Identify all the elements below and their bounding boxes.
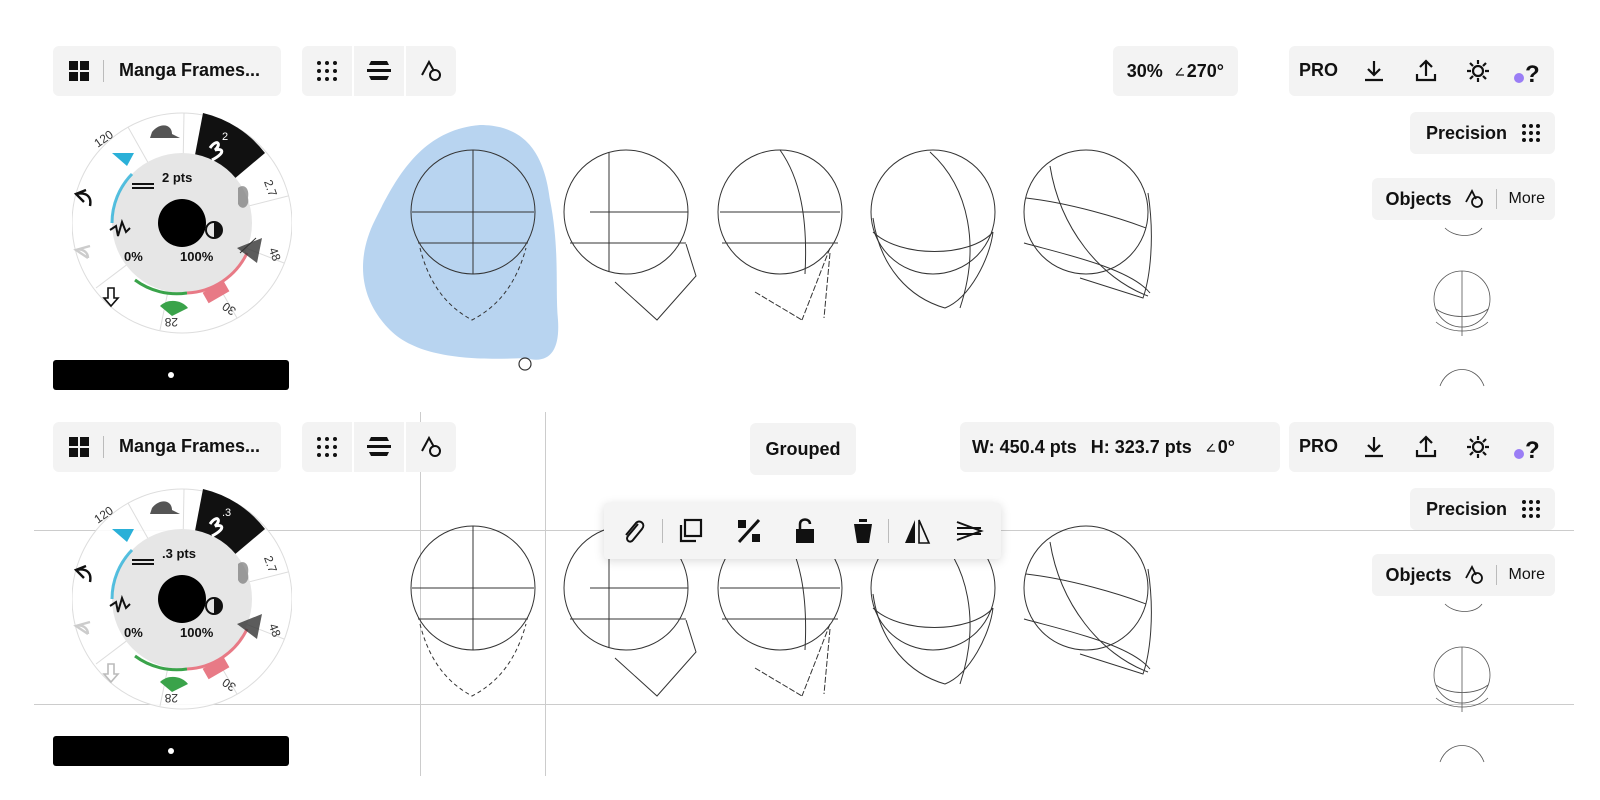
object-thumbnails[interactable] [1430, 600, 1500, 770]
help-icon[interactable]: ? [1513, 434, 1539, 460]
divider [103, 60, 104, 82]
shapes-icon [421, 435, 441, 457]
divider [888, 519, 889, 543]
layers-button[interactable] [354, 422, 404, 472]
settings-gear-icon[interactable] [1465, 58, 1491, 84]
pro-button[interactable]: PRO [1299, 60, 1338, 81]
width-readout[interactable]: W: 450.4 pts [972, 437, 1077, 458]
slider-dot [168, 748, 174, 754]
dot-grid-icon [1522, 124, 1540, 142]
layers-icon [367, 437, 391, 456]
gallery-grid-icon[interactable] [69, 437, 89, 457]
precision-chip[interactable]: Precision [1409, 488, 1555, 530]
dot-grid-icon [317, 437, 337, 457]
shapes-icon [1464, 565, 1483, 584]
shapes-icon [421, 59, 441, 81]
download-icon[interactable] [1361, 58, 1387, 84]
percent-icon[interactable] [734, 516, 764, 546]
canvas-tool-group [302, 422, 456, 472]
share-icon[interactable] [1413, 434, 1439, 460]
zoom-rotation-chip[interactable]: 30% 270° [1112, 46, 1238, 96]
zoom-level[interactable]: 30% [1127, 61, 1163, 82]
document-chip[interactable]: Manga Frames... [53, 422, 281, 472]
layers-icon [367, 61, 391, 80]
divider [662, 519, 663, 543]
tool-size-label: 28 [164, 315, 178, 329]
objects-chip[interactable]: Objects More [1371, 554, 1555, 596]
more-button[interactable]: More [1509, 190, 1545, 208]
rotation-readout[interactable]: 0° [1206, 437, 1235, 458]
svg-text:?: ? [1525, 61, 1539, 84]
gallery-grid-icon[interactable] [69, 61, 89, 81]
object-thumbnails[interactable] [1430, 224, 1500, 394]
divider [103, 436, 104, 458]
grid-button[interactable] [302, 422, 352, 472]
flip-icon[interactable] [902, 516, 932, 546]
precision-label: Precision [1425, 498, 1507, 519]
opacity-min: 0% [124, 249, 143, 264]
duplicate-icon[interactable] [676, 516, 706, 546]
trash-icon[interactable] [848, 516, 878, 546]
tool-size-label: 28 [164, 691, 178, 705]
canvas-tool-group [302, 46, 456, 96]
tool-wheel[interactable]: 120 .3 2.7 48 30 28 [72, 484, 292, 714]
dot-grid-icon [317, 61, 337, 81]
layers-button[interactable] [354, 46, 404, 96]
divider [1495, 565, 1497, 585]
grid-button[interactable] [302, 46, 352, 96]
opacity-min: 0% [124, 625, 143, 640]
document-chip[interactable]: Manga Frames... [53, 46, 281, 96]
app-actions-chip: PRO ? [1289, 422, 1554, 472]
active-tool-size: .3 [222, 507, 231, 519]
canvas-top[interactable]: Manga Frames... 30% 270° PRO ? Precision… [0, 0, 1600, 400]
angle-icon [1175, 67, 1184, 76]
color-slider[interactable] [53, 736, 289, 766]
download-icon[interactable] [1361, 434, 1387, 460]
opacity-max: 100% [180, 249, 214, 264]
selection-context-toolbar [604, 503, 1001, 559]
brush-size[interactable]: 2 pts [162, 170, 192, 185]
height-readout[interactable]: H: 323.7 pts [1091, 437, 1192, 458]
dot-grid-icon [1522, 500, 1540, 518]
more-button[interactable]: More [1509, 566, 1545, 584]
rotation-value: 0° [1217, 436, 1235, 457]
app-actions-chip: PRO ? [1289, 46, 1554, 96]
rotation-value: 270° [1186, 60, 1224, 81]
tool-wheel[interactable]: 120 2 2.7 48 30 28 [72, 108, 292, 338]
precision-label: Precision [1425, 122, 1507, 143]
help-icon[interactable]: ? [1513, 58, 1539, 84]
unlock-icon[interactable] [790, 516, 820, 546]
share-icon[interactable] [1413, 58, 1439, 84]
precision-chip[interactable]: Precision [1409, 112, 1555, 154]
grouped-badge[interactable]: Grouped [750, 423, 856, 475]
document-title[interactable]: Manga Frames... [119, 436, 260, 457]
shapes-button[interactable] [406, 46, 456, 96]
paperclip-icon[interactable] [618, 516, 648, 546]
settings-gear-icon[interactable] [1465, 434, 1491, 460]
rotation-readout[interactable]: 270° [1175, 61, 1224, 82]
objects-chip[interactable]: Objects More [1371, 178, 1555, 220]
selection-dimensions-chip[interactable]: W: 450.4 pts H: 323.7 pts 0° [960, 422, 1280, 472]
active-tool-size: 2 [222, 131, 228, 143]
opacity-max: 100% [180, 625, 214, 640]
divider [1495, 189, 1497, 209]
svg-text:?: ? [1525, 437, 1539, 460]
brush-size[interactable]: .3 pts [162, 546, 196, 561]
objects-label: Objects [1385, 564, 1452, 585]
shapes-icon [1464, 189, 1483, 208]
pro-button[interactable]: PRO [1299, 436, 1338, 457]
shapes-button[interactable] [406, 422, 456, 472]
angle-icon [1206, 443, 1215, 452]
document-title[interactable]: Manga Frames... [119, 60, 260, 81]
head-sketches[interactable] [410, 148, 1170, 338]
objects-label: Objects [1385, 188, 1452, 209]
distribute-icon[interactable] [954, 516, 984, 546]
canvas-bottom[interactable]: Manga Frames... Grouped W: 450.4 pts H: … [0, 376, 1600, 776]
